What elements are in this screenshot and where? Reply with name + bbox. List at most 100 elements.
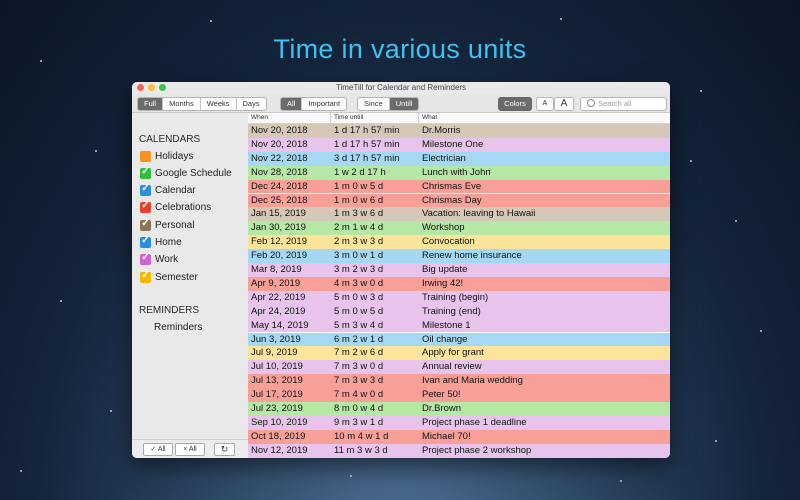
column-header-time-untill[interactable]: Time untill	[331, 113, 419, 123]
table-row[interactable]: Jun 3, 2019 6 m 2 w 1 d Oil change	[248, 332, 670, 347]
table-row[interactable]: Jul 13, 2019 7 m 3 w 3 d Ivan and Maria we…	[248, 374, 670, 389]
table-row[interactable]: Apr 22, 2019 5 m 0 w 3 d Training (begin)	[248, 290, 670, 305]
calendar-checkbox[interactable]: ✓	[140, 217, 151, 231]
cell-when: Nov 20, 2018	[251, 138, 308, 150]
cell-time-untill: 7 m 3 w 0 d	[334, 361, 384, 373]
cell-what: Project phase 1 deadline	[422, 416, 527, 428]
cell-time-untill: 1 m 3 w 6 d	[334, 208, 384, 220]
table-row[interactable]: Jan 30, 2019 2 m 1 w 4 d Workshop	[248, 221, 670, 236]
zoom-icon[interactable]	[159, 84, 166, 91]
cell-what: Chrismas Day	[422, 194, 482, 206]
minimize-icon[interactable]	[148, 84, 155, 91]
cell-what: Vacation: leaving to Hawaii	[422, 208, 536, 220]
star	[560, 18, 562, 20]
calendar-checkbox[interactable]: ✓	[140, 269, 151, 283]
table-row[interactable]: Feb 12, 2019 2 m 3 w 3 d Convocation	[248, 235, 670, 250]
table-row[interactable]: Jul 23, 2019 8 m 0 w 4 d Dr.Brown	[248, 402, 670, 416]
search-input[interactable]: Search all	[580, 97, 667, 111]
column-header-when[interactable]: When	[248, 113, 331, 123]
table-row[interactable]: Jul 9, 2019 7 m 2 w 6 d Apply for grant	[248, 346, 670, 361]
table-row[interactable]: Jan 15, 2019 1 m 3 w 6 d Vacation: leaving…	[248, 207, 670, 222]
star	[620, 480, 622, 482]
cell-time-untill: 2 m 3 w 3 d	[334, 236, 384, 248]
check-all-button[interactable]: ✓ All	[143, 443, 173, 456]
table-row[interactable]: Nov 12, 2019 11 m 3 w 3 d Project phase 2 …	[248, 443, 670, 458]
cell-when: Sep 10, 2019	[251, 416, 308, 428]
cell-what: Irwing 42!	[422, 277, 464, 289]
sidebar-item-calendar[interactable]: ✓ Work	[140, 252, 178, 267]
table-row[interactable]: Sep 10, 2019 9 m 3 w 1 d Project phase 1 d…	[248, 415, 670, 430]
table-row[interactable]: Nov 20, 2018 1 d 17 h 57 min Milestone One	[248, 137, 670, 152]
cell-time-untill: 6 m 2 w 1 d	[334, 333, 384, 345]
sidebar-item-calendar[interactable]: ✓ Home	[140, 235, 182, 250]
cell-when: Jul 23, 2019	[251, 403, 303, 414]
range-tab-months[interactable]: Months	[163, 98, 201, 110]
table-row[interactable]: Apr 9, 2019 4 m 3 w 0 d Irwing 42!	[248, 276, 670, 291]
font-smaller-button[interactable]: A	[536, 97, 554, 111]
calendar-label: Holidays	[155, 150, 194, 162]
table-row[interactable]: Nov 28, 2018 1 w 2 d 17 h Lunch with John	[248, 165, 670, 180]
time-tab-untill[interactable]: Untill	[389, 98, 419, 110]
calendar-label: Semester	[155, 271, 198, 283]
range-tab-full[interactable]: Full	[138, 98, 164, 110]
checkmark-icon: ✓	[141, 269, 150, 281]
cell-when: Apr 24, 2019	[251, 305, 306, 317]
table-row[interactable]: Apr 24, 2019 5 m 0 w 5 d Training (end)	[248, 304, 670, 319]
cell-what: Convocation	[422, 236, 475, 248]
cell-when: Apr 22, 2019	[251, 291, 306, 303]
calendar-checkbox[interactable]: ✓	[140, 200, 151, 214]
table-row[interactable]: Nov 20, 2018 1 d 17 h 57 min Dr.Morris	[248, 124, 670, 138]
sidebar-item-calendar[interactable]: ✓ Celebrations	[140, 200, 211, 215]
sidebar-item-calendar[interactable]: ✓ Google Schedule	[140, 166, 232, 180]
cell-time-untill: 3 m 0 w 1 d	[334, 250, 384, 262]
refresh-button[interactable]: ↻	[214, 443, 235, 456]
range-tab-days[interactable]: Days	[237, 98, 266, 110]
table-row[interactable]: Oct 18, 2019 10 m 4 w 1 d Michael 70!	[248, 429, 670, 444]
cell-what: Lunch with John	[422, 166, 491, 178]
cell-time-untill: 4 m 3 w 0 d	[334, 277, 384, 289]
star	[350, 475, 352, 477]
calendar-checkbox[interactable]: ✓	[140, 235, 151, 248]
search-icon	[587, 99, 595, 107]
filter-tab-important[interactable]: Important	[302, 98, 346, 110]
cell-when: Jan 15, 2019	[251, 208, 306, 220]
sidebar-item-calendar[interactable]: ✓ Semester	[140, 270, 198, 284]
cell-time-untill: 1 d 17 h 57 min	[334, 138, 400, 150]
cell-what: Milestone One	[422, 138, 484, 150]
app-window: TimeTill for Calendar and Reminders Full…	[132, 82, 670, 458]
column-header-what[interactable]: What	[419, 113, 670, 123]
star	[760, 330, 762, 332]
table-row[interactable]: Dec 25, 2018 1 m 0 w 6 d Chrismas Day	[248, 193, 670, 208]
sidebar-item-calendar[interactable]: Holidays	[140, 149, 193, 163]
uncheck-all-button[interactable]: × All	[175, 443, 205, 456]
sidebar-item-calendar[interactable]: ✓ Personal	[140, 218, 194, 232]
close-icon[interactable]	[137, 84, 144, 91]
filter-tab-all[interactable]: All	[281, 98, 303, 110]
calendar-checkbox[interactable]	[140, 150, 151, 162]
table-row[interactable]: May 14, 2019 5 m 3 w 4 d Milestone 1	[248, 318, 670, 333]
sidebar-item-reminders[interactable]: Reminders	[154, 322, 202, 333]
table-row[interactable]: Dec 24, 2018 1 m 0 w 5 d Chrismas Eve	[248, 179, 670, 194]
table-row[interactable]: Feb 20, 2019 3 m 0 w 1 d Renew home insura…	[248, 249, 670, 263]
table-row[interactable]: Mar 8, 2019 3 m 2 w 3 d Big update	[248, 263, 670, 277]
table-row[interactable]: Nov 22, 2018 3 d 17 h 57 min Electrician	[248, 151, 670, 166]
colors-button[interactable]: Colors	[498, 97, 532, 111]
calendar-checkbox[interactable]: ✓	[140, 183, 151, 197]
calendar-checkbox[interactable]: ✓	[140, 166, 151, 179]
font-larger-button[interactable]: A	[554, 97, 574, 111]
sidebar-item-calendar[interactable]: ✓ Calendar	[140, 183, 196, 198]
cell-time-untill: 1 m 0 w 5 d	[334, 180, 384, 192]
cell-what: Electrician	[422, 152, 466, 164]
table-row[interactable]: Jul 17, 2019 7 m 4 w 0 d Peter 50!	[248, 388, 670, 402]
range-tab-weeks[interactable]: Weeks	[201, 98, 237, 110]
time-tab-since[interactable]: Since	[358, 98, 390, 110]
cell-time-untill: 5 m 0 w 3 d	[334, 291, 384, 303]
toolbar: Full Months Weeks Days All Important Sin…	[132, 94, 670, 113]
checkmark-icon: ✓	[141, 217, 150, 229]
events-table: When Time untill What Nov 20, 2018 1 d 17…	[248, 113, 670, 458]
cell-time-untill: 1 m 0 w 6 d	[334, 194, 384, 206]
cell-when: Nov 28, 2018	[251, 166, 308, 178]
calendar-checkbox[interactable]: ✓	[140, 252, 151, 266]
star	[210, 20, 212, 22]
table-row[interactable]: Jul 10, 2019 7 m 3 w 0 d Annual review	[248, 360, 670, 375]
